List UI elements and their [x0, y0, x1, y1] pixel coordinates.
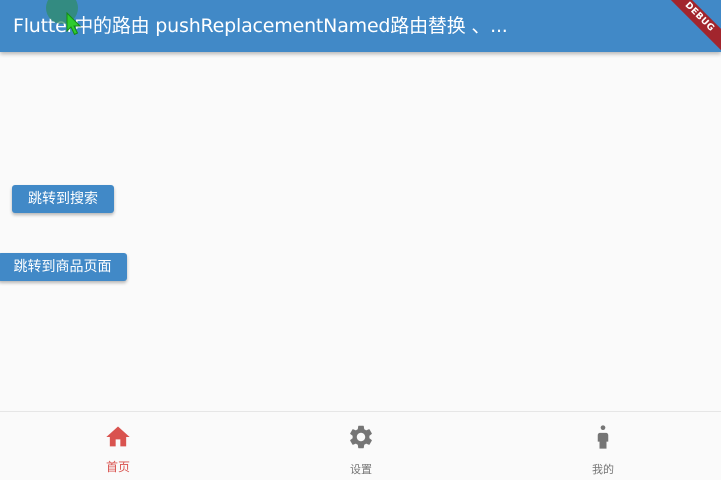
bottom-nav-label-mine: 我的 [592, 463, 614, 476]
debug-banner: DEBUG [661, 0, 721, 52]
debug-banner-label: DEBUG [661, 0, 721, 52]
bottom-nav-item-settings[interactable]: 设置 [301, 412, 421, 480]
go-to-search-button[interactable]: 跳转到搜索 [12, 185, 114, 213]
settings-icon [350, 425, 372, 449]
person-icon [597, 425, 609, 449]
bottom-navigation-bar: 首页 设置 我的 [0, 411, 721, 480]
bottom-nav-item-home[interactable]: 首页 [58, 412, 178, 480]
home-icon [106, 426, 130, 447]
app-bar: Flutter中的路由 pushReplacementNamed路由替换 、..… [0, 0, 721, 52]
page-title: Flutter中的路由 pushReplacementNamed路由替换 、..… [13, 15, 508, 37]
bottom-nav-label-settings: 设置 [350, 463, 372, 476]
cursor-icon [66, 12, 82, 36]
bottom-nav-item-mine[interactable]: 我的 [543, 412, 663, 480]
bottom-nav-label-home: 首页 [105, 460, 130, 474]
go-to-product-page-button[interactable]: 跳转到商品页面 [0, 253, 127, 281]
